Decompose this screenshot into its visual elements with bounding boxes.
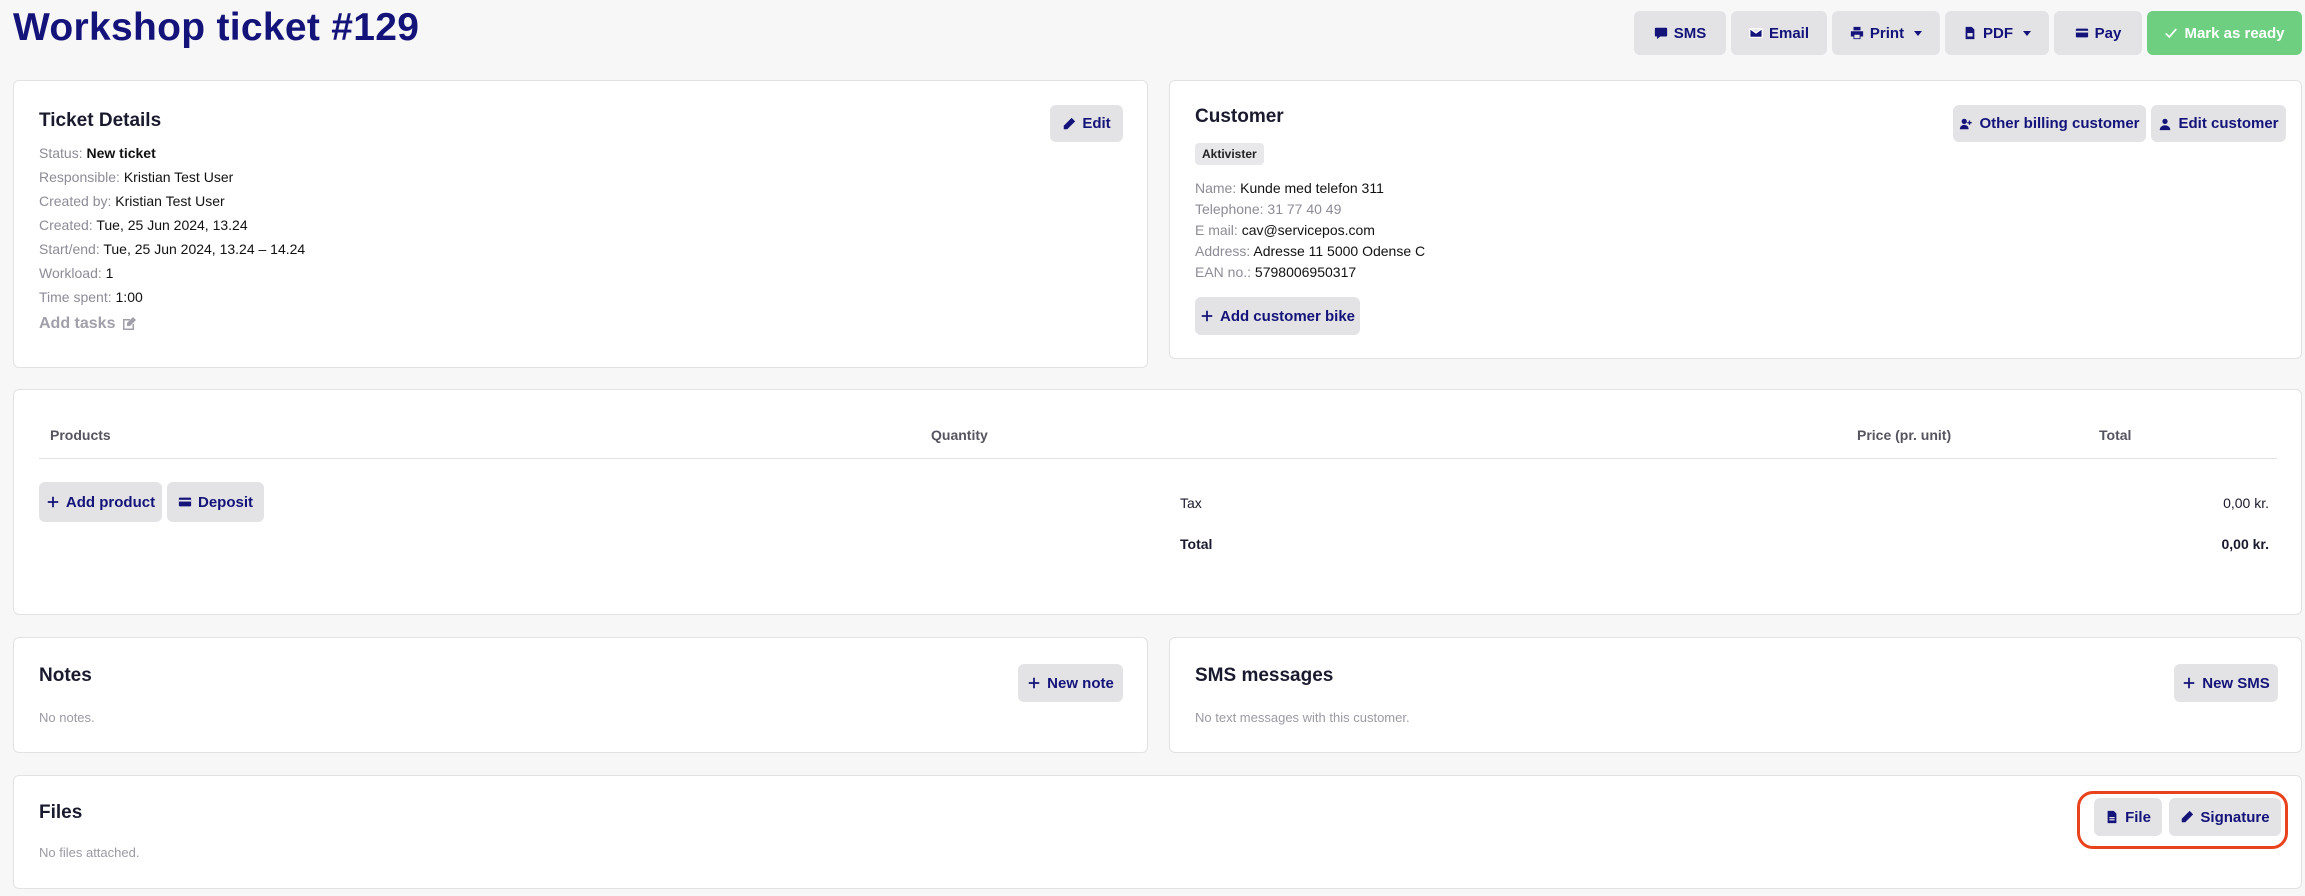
customer-address: Address: Adresse 11 5000 Odense C: [1195, 243, 1426, 259]
comment-icon: [1654, 27, 1667, 40]
sms-button-label: SMS: [1673, 24, 1707, 42]
field-status: Status: New ticket: [39, 145, 156, 161]
plus-icon: [1028, 677, 1040, 689]
envelope-icon: [1749, 28, 1763, 38]
notes-title: Notes: [39, 665, 92, 686]
pdf-button-label: PDF: [1983, 24, 2013, 42]
notes-card: Notes New note No notes.: [13, 637, 1148, 753]
customer-card: Customer Aktivister Other billing custom…: [1169, 80, 2302, 359]
new-note-button[interactable]: New note: [1018, 664, 1123, 702]
chevron-down-icon: [2023, 30, 2031, 36]
pdf-button[interactable]: PDF: [1945, 11, 2049, 55]
user-plus-icon: [1960, 118, 1973, 129]
email-button[interactable]: Email: [1731, 11, 1827, 55]
customer-actions: Other billing customer Edit customer: [1953, 105, 2286, 142]
add-customer-bike-button[interactable]: Add customer bike: [1195, 297, 1360, 335]
sms-messages-title: SMS messages: [1195, 665, 1334, 686]
other-billing-customer-button[interactable]: Other billing customer: [1953, 105, 2146, 142]
customer-name: Name: Kunde med telefon 311: [1195, 180, 1384, 196]
add-tasks-label: Add tasks: [39, 315, 116, 332]
add-product-button[interactable]: Add product: [39, 482, 162, 522]
pay-button[interactable]: Pay: [2054, 11, 2142, 55]
ticket-details-title: Ticket Details: [39, 110, 162, 131]
price-header: Price (pr. unit): [1857, 427, 1952, 443]
total-value: 0,00 kr.: [2221, 536, 2270, 552]
new-sms-button[interactable]: New SMS: [2174, 664, 2278, 702]
field-created-by: Created by: Kristian Test User: [39, 193, 225, 209]
products-header: Products: [50, 427, 111, 443]
customer-telephone: Telephone: 31 77 40 49: [1195, 201, 1342, 217]
pay-button-label: Pay: [2094, 24, 2122, 42]
total-header: Total: [2099, 427, 2132, 443]
mark-as-ready-label: Mark as ready: [2184, 24, 2285, 42]
field-start-end: Start/end: Tue, 25 Jun 2024, 13.24 – 14.…: [39, 241, 306, 257]
edit-customer-label: Edit customer: [2178, 115, 2279, 132]
quantity-header: Quantity: [931, 427, 988, 443]
files-title: Files: [39, 802, 83, 823]
chevron-down-icon: [1914, 30, 1923, 36]
other-billing-customer-label: Other billing customer: [1979, 115, 2140, 132]
total-label: Total: [1180, 536, 1213, 552]
customer-ean: EAN no.: 5798006950317: [1195, 264, 1357, 280]
file-pdf-icon: [1965, 26, 1975, 40]
printer-icon: [1850, 26, 1864, 40]
sms-button[interactable]: SMS: [1634, 11, 1726, 55]
edit-ticket-button[interactable]: Edit: [1050, 105, 1123, 142]
customer-fields: Name: Kunde med telefon 311 Telephone: 3…: [1195, 178, 1425, 283]
check-icon: [2165, 28, 2178, 39]
ticket-details-card: Ticket Details Edit Status: New ticket R…: [13, 80, 1148, 368]
deposit-label: Deposit: [198, 493, 254, 511]
tax-value: 0,00 kr.: [2223, 495, 2269, 511]
deposit-button[interactable]: Deposit: [167, 482, 264, 522]
print-button-label: Print: [1869, 24, 1905, 42]
plus-icon: [1201, 310, 1213, 322]
field-created: Created: Tue, 25 Jun 2024, 13.24: [39, 217, 248, 233]
print-button[interactable]: Print: [1832, 11, 1940, 55]
status-value: New ticket: [86, 145, 156, 161]
customer-email: E mail: cav@servicepos.com: [1195, 222, 1375, 238]
add-product-label: Add product: [65, 493, 156, 511]
add-customer-bike-label: Add customer bike: [1219, 307, 1356, 325]
table-divider: [39, 458, 2277, 459]
user-icon: [2160, 118, 2171, 130]
new-sms-label: New SMS: [2202, 674, 2270, 692]
edit-ticket-label: Edit: [1082, 115, 1111, 132]
edit-customer-button[interactable]: Edit customer: [2151, 105, 2286, 142]
plus-icon: [47, 496, 59, 508]
ticket-details-fields: Status: New ticket Responsible: Kristian…: [39, 141, 305, 309]
field-time-spent: Time spent: 1:00: [39, 289, 143, 305]
tax-label: Tax: [1180, 495, 1202, 511]
customer-group-badge: Aktivister: [1195, 143, 1264, 165]
top-toolbar: SMS Email Print PDF Pay Mark as ready: [1634, 11, 2302, 55]
plus-icon: [2184, 677, 2195, 689]
field-responsible: Responsible: Kristian Test User: [39, 169, 234, 185]
highlight-annotation: [2077, 791, 2288, 849]
page-title: Workshop ticket #129: [13, 6, 420, 49]
pencil-icon: [1064, 117, 1076, 129]
credit-card-icon: [2075, 28, 2088, 38]
notes-empty-text: No notes.: [39, 710, 95, 725]
edit-square-icon: [123, 317, 137, 330]
email-button-label: Email: [1768, 24, 1810, 42]
products-card: Products Quantity Price (pr. unit) Total…: [13, 389, 2302, 615]
sms-messages-card: SMS messages New SMS No text messages wi…: [1169, 637, 2302, 753]
mark-as-ready-button[interactable]: Mark as ready: [2147, 11, 2302, 55]
customer-title: Customer: [1195, 106, 1284, 127]
sms-empty-text: No text messages with this customer.: [1195, 710, 1410, 725]
field-workload: Workload: 1: [39, 265, 114, 281]
add-tasks-link[interactable]: Add tasks: [39, 315, 137, 333]
files-empty-text: No files attached.: [39, 845, 140, 860]
credit-card-icon: [178, 497, 192, 507]
new-note-label: New note: [1047, 674, 1114, 692]
files-card: Files File Signature No files attached.: [13, 775, 2302, 889]
